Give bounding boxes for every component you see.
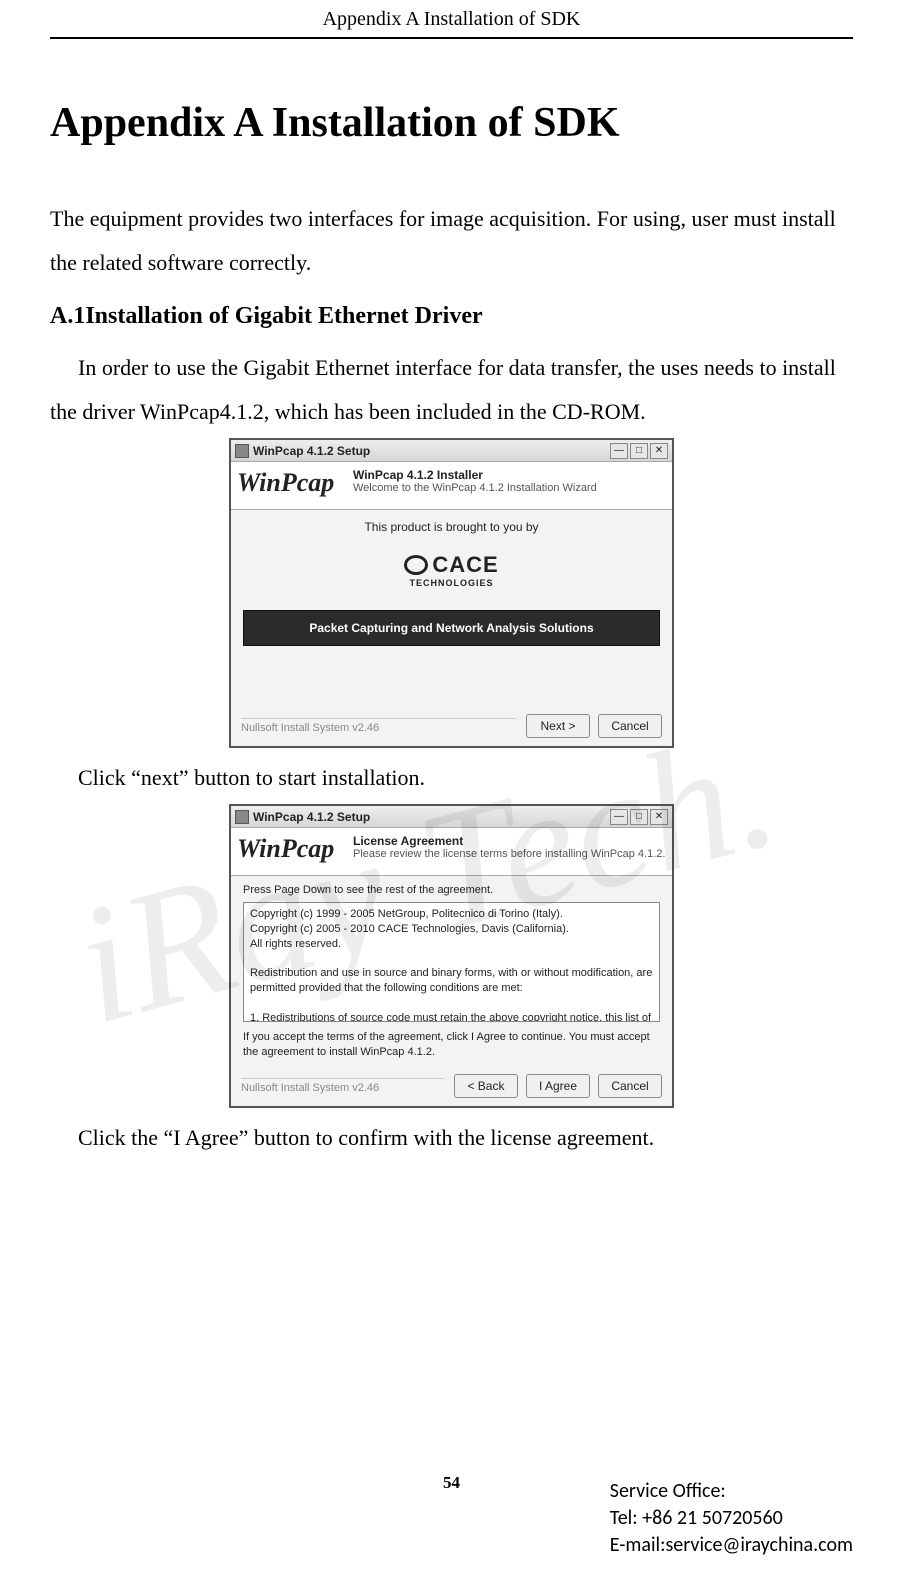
cace-name: CACE xyxy=(432,552,498,578)
running-header: Appendix A Installation of SDK xyxy=(50,0,853,39)
license-textbox[interactable]: Copyright (c) 1999 - 2005 NetGroup, Poli… xyxy=(243,902,660,1022)
close-icon[interactable]: ✕ xyxy=(650,443,668,459)
page-title: Appendix A Installation of SDK xyxy=(50,99,853,147)
nullsoft-text: Nullsoft Install System v2.46 xyxy=(241,718,516,734)
winpcap-logo: WinPcap xyxy=(237,832,353,871)
back-button[interactable]: < Back xyxy=(454,1074,518,1098)
titlebar: WinPcap 4.1.2 Setup — □ ✕ xyxy=(231,440,672,462)
next-button[interactable]: Next > xyxy=(526,714,590,738)
intro-paragraph: The equipment provides two interfaces fo… xyxy=(50,197,853,285)
winpcap-logo: WinPcap xyxy=(237,466,353,505)
section-a1-heading: A.1Installation of Gigabit Ethernet Driv… xyxy=(50,303,853,330)
minimize-icon[interactable]: — xyxy=(610,809,628,825)
installer-header-title: WinPcap 4.1.2 Installer xyxy=(353,468,666,482)
footer-line-3: E-mail:service@iraychina.com xyxy=(610,1532,853,1559)
maximize-icon[interactable]: □ xyxy=(630,809,648,825)
window-title: WinPcap 4.1.2 Setup xyxy=(253,810,370,824)
installer-body: Press Page Down to see the rest of the a… xyxy=(231,876,672,1070)
license-accept-text: If you accept the terms of the agreement… xyxy=(243,1030,660,1060)
body-intro-text: This product is brought to you by xyxy=(243,520,660,534)
installer-header: WinPcap License Agreement Please review … xyxy=(231,828,672,876)
titlebar: WinPcap 4.1.2 Setup — □ ✕ xyxy=(231,806,672,828)
footer-line-2: Tel: +86 21 50720560 xyxy=(610,1505,853,1532)
license-instruction: Press Page Down to see the rest of the a… xyxy=(243,884,660,896)
app-icon xyxy=(235,444,249,458)
caption-1: Click “next” button to start installatio… xyxy=(50,756,853,800)
app-icon xyxy=(235,810,249,824)
close-icon[interactable]: ✕ xyxy=(650,809,668,825)
installer-header-sub: Please review the license terms before i… xyxy=(353,848,666,860)
minimize-icon[interactable]: — xyxy=(610,443,628,459)
installer-header-title: License Agreement xyxy=(353,834,666,848)
cace-sub: TECHNOLOGIES xyxy=(409,578,493,588)
cace-mark-icon xyxy=(404,555,428,575)
window-title: WinPcap 4.1.2 Setup xyxy=(253,444,370,458)
banner-text: Packet Capturing and Network Analysis So… xyxy=(243,610,660,646)
cancel-button[interactable]: Cancel xyxy=(598,1074,662,1098)
caption-2: Click the “I Agree” button to confirm wi… xyxy=(50,1116,853,1160)
installer-window-1: WinPcap 4.1.2 Setup — □ ✕ WinPcap WinPca… xyxy=(229,438,674,748)
installer-body: This product is brought to you by CACE T… xyxy=(231,510,672,710)
cancel-button[interactable]: Cancel xyxy=(598,714,662,738)
installer-window-2: WinPcap 4.1.2 Setup — □ ✕ WinPcap Licens… xyxy=(229,804,674,1108)
nullsoft-text: Nullsoft Install System v2.46 xyxy=(241,1078,444,1094)
agree-button[interactable]: I Agree xyxy=(526,1074,590,1098)
installer-header-sub: Welcome to the WinPcap 4.1.2 Installatio… xyxy=(353,482,666,494)
para-a1-1: In order to use the Gigabit Ethernet int… xyxy=(50,346,853,434)
footer-line-1: Service Office: xyxy=(610,1478,853,1505)
footer-contact: Service Office: Tel: +86 21 50720560 E-m… xyxy=(610,1478,853,1559)
installer-header: WinPcap WinPcap 4.1.2 Installer Welcome … xyxy=(231,462,672,510)
cace-logo: CACE TECHNOLOGIES xyxy=(377,546,527,594)
maximize-icon[interactable]: □ xyxy=(630,443,648,459)
